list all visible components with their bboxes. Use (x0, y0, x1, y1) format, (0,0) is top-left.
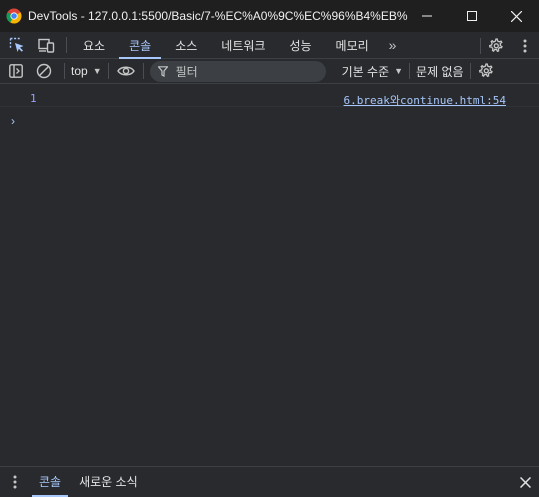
filter-funnel-icon (157, 65, 168, 77)
chrome-logo-icon (6, 8, 22, 24)
tab-sources[interactable]: 소스 (163, 32, 209, 59)
minimize-icon (421, 15, 432, 17)
device-toggle-icon (37, 38, 54, 53)
close-icon (520, 476, 531, 488)
drawer-menu-button[interactable] (0, 467, 30, 497)
drawer-tab-label: 새로운 소식 (79, 475, 138, 489)
log-levels-dropdown[interactable]: 기본 수준 ▼ (336, 59, 409, 84)
console-message-value: 1 (30, 92, 37, 105)
kebab-menu-icon (13, 475, 17, 488)
settings-button[interactable] (481, 32, 511, 59)
console-sidebar-toggle[interactable] (0, 59, 32, 84)
filter-input[interactable]: 필터 (149, 60, 326, 82)
drawer-tabs-bar: 콘솔 새로운 소식 (0, 466, 539, 497)
tab-elements[interactable]: 요소 (71, 32, 117, 59)
window-titlebar: DevTools - 127.0.0.1:5500/Basic/7-%EC%A0… (0, 0, 539, 32)
customize-menu-button[interactable] (511, 32, 539, 59)
context-selector[interactable]: top ▼ (65, 59, 108, 84)
caret-down-icon: ▼ (92, 66, 102, 76)
device-toolbar-button[interactable] (34, 32, 58, 59)
console-message: 1 6.break와continue.html:54 (0, 85, 539, 107)
context-value: top (71, 64, 88, 78)
tab-memory[interactable]: 메모리 (324, 32, 381, 59)
drawer-close-button[interactable] (520, 467, 531, 497)
close-icon (511, 10, 522, 22)
tab-label: 성능 (289, 38, 312, 53)
filter-placeholder: 필터 (175, 64, 198, 79)
drawer-tab-label: 콘솔 (39, 475, 62, 489)
drawer-tab-whats-new[interactable]: 새로운 소식 (70, 467, 147, 497)
toolbar-divider (66, 37, 67, 53)
maximize-button[interactable] (449, 0, 494, 32)
console-toolbar: top ▼ 필터 기본 수준 ▼ 문제 없음 (0, 59, 539, 84)
clear-console-icon (36, 63, 52, 79)
inspect-element-button[interactable] (0, 32, 34, 59)
clear-console-button[interactable] (32, 59, 56, 84)
tab-label: 메모리 (335, 38, 369, 53)
tab-label: 소스 (175, 38, 198, 53)
console-prompt[interactable]: › (11, 114, 15, 128)
eye-icon (116, 66, 135, 76)
drawer-tab-console[interactable]: 콘솔 (30, 467, 70, 497)
minimize-button[interactable] (404, 0, 449, 32)
kebab-menu-icon (523, 39, 527, 52)
caret-down-icon: ▼ (394, 66, 404, 76)
tab-label: 요소 (83, 38, 106, 53)
tab-label: 콘솔 (129, 38, 152, 53)
toolbar-divider (142, 63, 144, 79)
more-tabs-button[interactable]: » (381, 32, 405, 59)
console-output[interactable]: 1 6.break와continue.html:54 › (0, 85, 539, 466)
devtools-tabs-bar: 요소 콘솔 소스 네트워크 성능 메모리 » (0, 32, 539, 59)
close-window-button[interactable] (494, 0, 539, 32)
issues-counter[interactable]: 문제 없음 (410, 63, 470, 80)
sidebar-toggle-icon (9, 64, 23, 78)
tab-label: 네트워크 (221, 38, 266, 53)
live-expression-button[interactable] (109, 59, 143, 84)
settings-gear-icon (489, 37, 503, 52)
tab-console[interactable]: 콘솔 (117, 32, 163, 59)
window-title: DevTools - 127.0.0.1:5500/Basic/7-%EC%A0… (28, 9, 408, 23)
console-settings-button[interactable] (471, 59, 501, 84)
maximize-icon (466, 11, 477, 21)
tab-performance[interactable]: 성능 (277, 32, 323, 59)
inspect-element-icon (9, 37, 24, 52)
settings-gear-icon (478, 63, 493, 78)
tab-network[interactable]: 네트워크 (209, 32, 277, 59)
log-levels-label: 기본 수준 (341, 64, 390, 79)
console-source-link[interactable]: 6.break와continue.html:54 (344, 92, 506, 108)
